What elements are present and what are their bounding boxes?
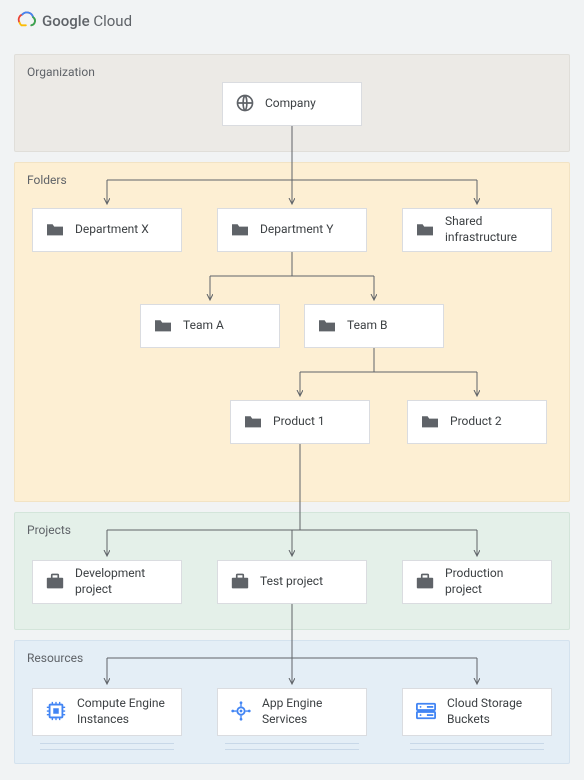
node-label: Department Y xyxy=(260,222,333,238)
node-compute-engine: Compute Engine Instances xyxy=(32,688,182,736)
globe-icon xyxy=(235,93,255,116)
node-label: Product 1 xyxy=(273,414,325,430)
brand-word-1: Google xyxy=(42,12,90,30)
node-product-2: Product 2 xyxy=(407,400,547,444)
node-team-b: Team B xyxy=(304,304,444,348)
google-cloud-logo-icon xyxy=(14,10,36,32)
node-production-project: Production project xyxy=(402,560,552,604)
decoration-line xyxy=(410,740,544,744)
folder-icon xyxy=(317,317,337,336)
node-label: Cloud Storage Buckets xyxy=(447,696,539,727)
node-product-1: Product 1 xyxy=(230,400,370,444)
app-engine-icon xyxy=(230,700,252,725)
node-department-y: Department Y xyxy=(217,208,367,252)
node-test-project: Test project xyxy=(217,560,367,604)
briefcase-icon xyxy=(45,572,65,593)
folder-icon xyxy=(415,221,435,240)
node-team-a: Team A xyxy=(140,304,280,348)
brand-text: Google Cloud xyxy=(42,12,132,30)
folder-icon xyxy=(230,221,250,240)
decoration-line xyxy=(40,740,174,744)
node-label: App Engine Services xyxy=(262,696,354,727)
decoration-line xyxy=(410,746,544,750)
node-label: Team A xyxy=(183,318,224,334)
briefcase-icon xyxy=(415,572,435,593)
decoration-line xyxy=(225,746,359,750)
folder-icon xyxy=(243,413,263,432)
section-label-resources: Resources xyxy=(27,651,83,665)
node-label: Development project xyxy=(75,566,169,597)
node-label: Product 2 xyxy=(450,414,502,430)
node-cloud-storage: Cloud Storage Buckets xyxy=(402,688,552,736)
decoration-line xyxy=(40,746,174,750)
node-label: Test project xyxy=(260,574,323,590)
brand-word-2: Cloud xyxy=(93,12,132,30)
decoration-line xyxy=(225,740,359,744)
section-label-organization: Organization xyxy=(27,65,95,79)
node-app-engine: App Engine Services xyxy=(217,688,367,736)
cloud-storage-icon xyxy=(415,701,437,724)
brand-header: Google Cloud xyxy=(0,0,584,40)
node-label: Company xyxy=(265,96,316,112)
node-shared-infrastructure: Shared infrastructure xyxy=(402,208,552,252)
node-company: Company xyxy=(222,82,362,126)
section-label-projects: Projects xyxy=(27,523,71,537)
node-label: Compute Engine Instances xyxy=(77,696,169,727)
compute-engine-icon xyxy=(45,700,67,725)
node-label: Team B xyxy=(347,318,387,334)
node-label: Shared infrastructure xyxy=(445,214,539,245)
node-label: Department X xyxy=(75,222,149,238)
node-development-project: Development project xyxy=(32,560,182,604)
folder-icon xyxy=(153,317,173,336)
node-label: Production project xyxy=(445,566,539,597)
section-label-folders: Folders xyxy=(27,173,67,187)
briefcase-icon xyxy=(230,572,250,593)
folder-icon xyxy=(45,221,65,240)
folder-icon xyxy=(420,413,440,432)
node-department-x: Department X xyxy=(32,208,182,252)
